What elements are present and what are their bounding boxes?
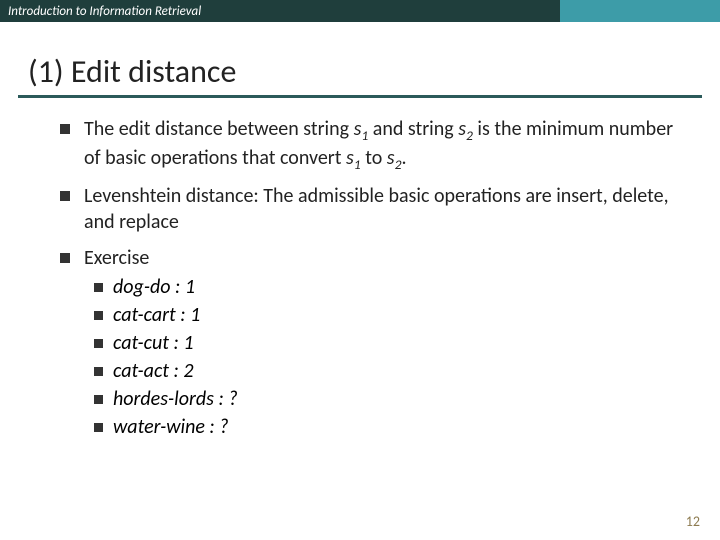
bullet-marker-icon — [94, 339, 103, 348]
bullet-exercise: Exercise — [60, 245, 690, 271]
exercise-item: hordes-lords : ? — [94, 387, 690, 411]
exercise-text: water-wine : ? — [113, 415, 229, 439]
bullet-marker-icon — [60, 191, 70, 201]
bullet-marker-icon — [94, 367, 103, 376]
bullet-marker-icon — [94, 283, 103, 292]
bullet-marker-icon — [94, 423, 103, 432]
bullet-text: Exercise — [84, 245, 690, 271]
bullet-marker-icon — [94, 395, 103, 404]
bullet-text: The edit distance between string s1 and … — [84, 116, 690, 173]
header-accent — [560, 0, 720, 22]
exercise-item: cat-cart : 1 — [94, 303, 690, 327]
bullet-marker-icon — [60, 253, 70, 263]
exercise-item: cat-cut : 1 — [94, 331, 690, 355]
title-underline — [18, 95, 702, 98]
bullet-marker-icon — [94, 311, 103, 320]
content-area: The edit distance between string s1 and … — [0, 116, 720, 439]
exercise-text: hordes-lords : ? — [113, 387, 238, 411]
exercise-text: dog-do : 1 — [113, 275, 195, 299]
exercise-item: cat-act : 2 — [94, 359, 690, 383]
bullet-levenshtein: Levenshtein distance: The admissible bas… — [60, 183, 690, 235]
header-bar: Introduction to Information Retrieval — [0, 0, 720, 22]
bullet-edit-distance: The edit distance between string s1 and … — [60, 116, 690, 173]
exercise-item: dog-do : 1 — [94, 275, 690, 299]
bullet-marker-icon — [60, 124, 70, 134]
page-number: 12 — [686, 513, 700, 530]
course-title: Introduction to Information Retrieval — [8, 4, 201, 19]
exercise-item: water-wine : ? — [94, 415, 690, 439]
header-dark: Introduction to Information Retrieval — [0, 0, 560, 22]
exercise-text: cat-cart : 1 — [113, 303, 200, 327]
exercise-text: cat-cut : 1 — [113, 331, 194, 355]
exercise-text: cat-act : 2 — [113, 359, 194, 383]
bullet-text: Levenshtein distance: The admissible bas… — [84, 183, 690, 235]
slide-title: (1) Edit distance — [28, 52, 720, 91]
